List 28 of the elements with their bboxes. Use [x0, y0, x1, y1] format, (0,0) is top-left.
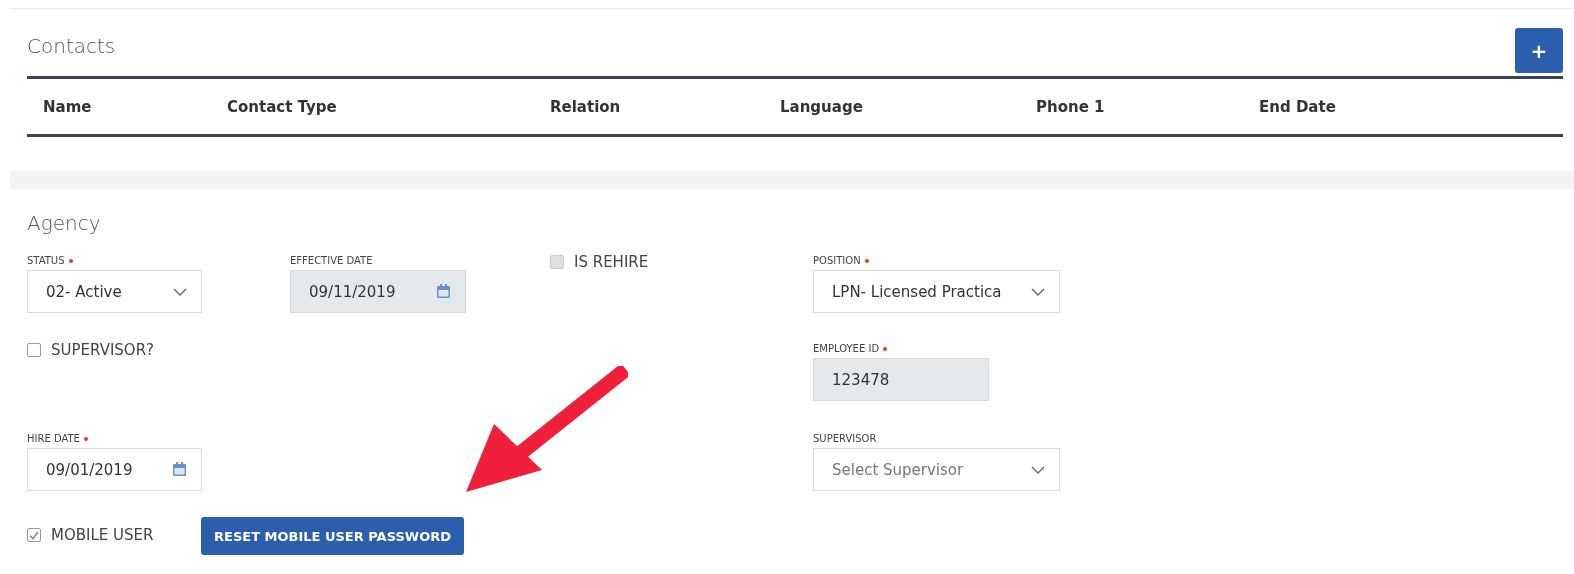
column-header: End Date	[1259, 97, 1336, 116]
chevron-down-icon	[173, 287, 187, 296]
dropdown[interactable]: Select Supervisor	[813, 448, 1060, 491]
dropdown[interactable]: 02- Active	[27, 270, 202, 313]
calendar-icon	[436, 284, 451, 299]
add-button[interactable]: +	[1515, 28, 1563, 73]
field-label: POSITION	[813, 255, 861, 266]
field-label: EMPLOYEE ID	[813, 343, 880, 354]
reset-password-button[interactable]: RESET MOBILE USER PASSWORD	[201, 517, 464, 555]
checkbox[interactable]: MOBILE USER	[27, 526, 154, 544]
column-header: Phone 1	[1036, 97, 1105, 116]
field-label: STATUS	[27, 255, 65, 266]
date-field[interactable]: 09/01/2019	[27, 448, 202, 491]
field-label: SUPERVISOR	[813, 433, 877, 444]
checkbox[interactable]: SUPERVISOR?	[27, 341, 155, 359]
column-header: Relation	[550, 97, 621, 116]
field-label: EFFECTIVE DATE	[290, 255, 373, 266]
checkmark-icon	[29, 530, 39, 540]
section-title: Agency	[27, 211, 102, 235]
dropdown[interactable]: LPN- Licensed Practica	[813, 270, 1060, 313]
column-header: Contact Type	[227, 97, 337, 116]
field-label: HIRE DATE	[27, 433, 80, 444]
chevron-down-icon	[1031, 465, 1045, 474]
column-header: Name	[43, 97, 92, 116]
section-title: Contacts	[27, 34, 116, 58]
chevron-down-icon	[1031, 287, 1045, 296]
column-header: Language	[780, 97, 863, 116]
calendar-icon	[172, 462, 187, 477]
